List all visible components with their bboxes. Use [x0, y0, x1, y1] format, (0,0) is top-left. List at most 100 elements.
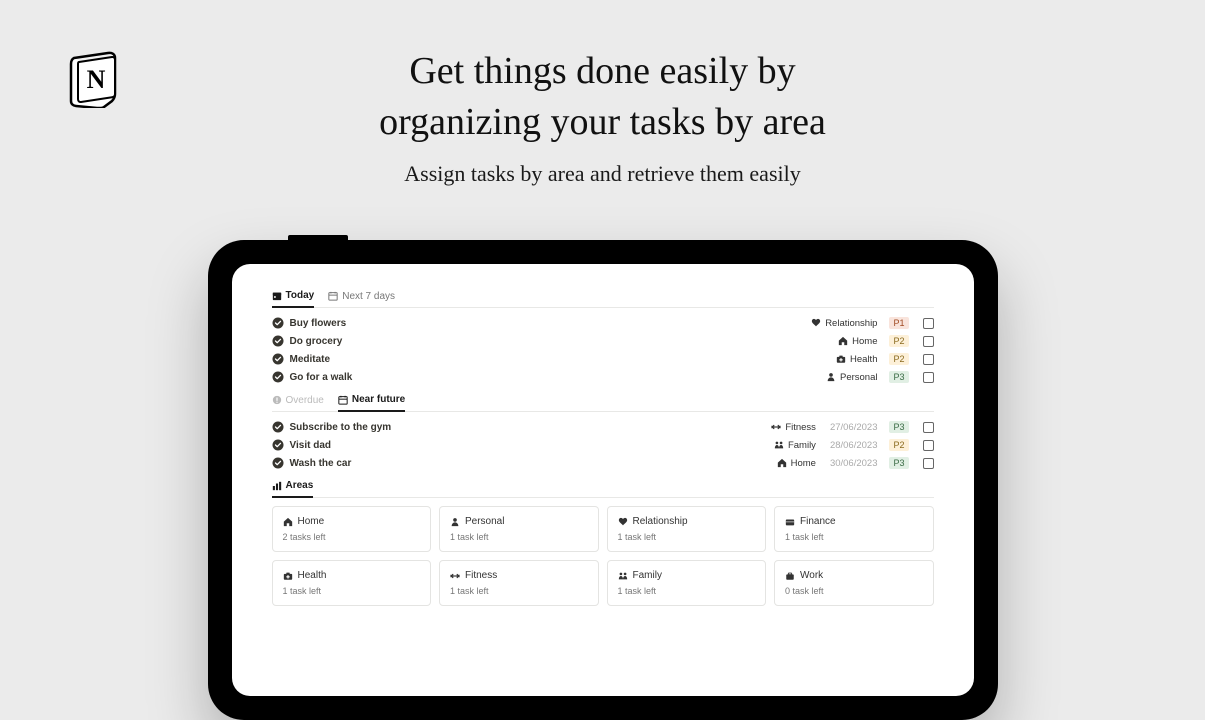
task-title: Meditate	[290, 354, 331, 365]
tab-overdue[interactable]: Overdue	[272, 394, 324, 411]
tab-areas[interactable]: Areas	[272, 480, 314, 498]
area-card-name: Relationship	[633, 516, 688, 527]
task-title: Do grocery	[290, 336, 343, 347]
heart-icon	[618, 517, 628, 527]
task-row[interactable]: Subscribe to the gym Fitness 27/06/2023 …	[272, 418, 934, 436]
area-card-count: 0 task left	[785, 586, 923, 596]
check-circle-icon	[272, 421, 284, 433]
task-priority: P2	[889, 335, 908, 347]
area-card-finance[interactable]: Finance 1 task left	[774, 506, 934, 552]
task-area: Home	[838, 336, 877, 347]
area-card-fitness[interactable]: Fitness 1 task left	[439, 560, 599, 606]
area-card-name: Fitness	[465, 570, 497, 581]
tab-near-future[interactable]: Near future	[338, 394, 405, 412]
area-card-name: Health	[298, 570, 327, 581]
dumbbell-icon	[450, 571, 460, 581]
task-priority: P3	[889, 371, 908, 383]
area-card-count: 1 task left	[785, 532, 923, 542]
app-screen: Today Next 7 days Buy flowers Relationsh…	[232, 264, 974, 696]
area-card-name: Home	[298, 516, 325, 527]
area-card-personal[interactable]: Personal 1 task left	[439, 506, 599, 552]
task-checkbox[interactable]	[923, 458, 934, 469]
task-area: Home	[777, 458, 816, 469]
area-card-count: 2 tasks left	[283, 532, 421, 542]
warning-icon	[272, 395, 282, 405]
person-icon	[826, 372, 836, 382]
work-icon	[785, 571, 795, 581]
task-title: Go for a walk	[290, 372, 353, 383]
area-card-name: Personal	[465, 516, 504, 527]
area-card-count: 1 task left	[450, 532, 588, 542]
calendar-icon	[338, 395, 348, 405]
view-tabs-1: Today Next 7 days	[272, 290, 934, 308]
task-priority: P2	[889, 439, 908, 451]
task-area: Personal	[826, 372, 878, 383]
medkit-icon	[836, 354, 846, 364]
check-circle-icon	[272, 457, 284, 469]
task-title: Subscribe to the gym	[290, 422, 392, 433]
task-checkbox[interactable]	[923, 318, 934, 329]
finance-icon	[785, 517, 795, 527]
area-card-count: 1 task left	[283, 586, 421, 596]
check-circle-icon	[272, 317, 284, 329]
home-icon	[777, 458, 787, 468]
task-row[interactable]: Visit dad Family 28/06/2023 P2	[272, 436, 934, 454]
view-tabs-2: Overdue Near future	[272, 394, 934, 412]
task-row[interactable]: Wash the car Home 30/06/2023 P3	[272, 454, 934, 472]
task-row[interactable]: Do grocery Home P2	[272, 332, 934, 350]
family-icon	[618, 571, 628, 581]
check-circle-icon	[272, 353, 284, 365]
task-priority: P3	[889, 457, 908, 469]
headline: Get things done easily by organizing you…	[0, 46, 1205, 149]
task-checkbox[interactable]	[923, 336, 934, 347]
area-card-home[interactable]: Home 2 tasks left	[272, 506, 432, 552]
task-area: Family	[774, 440, 816, 451]
subheadline: Assign tasks by area and retrieve them e…	[0, 161, 1205, 187]
task-priority: P3	[889, 421, 908, 433]
task-date: 27/06/2023	[830, 422, 878, 433]
area-card-work[interactable]: Work 0 task left	[774, 560, 934, 606]
home-icon	[838, 336, 848, 346]
calendar-solid-icon	[272, 291, 282, 301]
task-checkbox[interactable]	[923, 440, 934, 451]
area-card-name: Family	[633, 570, 662, 581]
area-card-relationship[interactable]: Relationship 1 task left	[607, 506, 767, 552]
task-title: Wash the car	[290, 458, 352, 469]
check-circle-icon	[272, 335, 284, 347]
task-row[interactable]: Go for a walk Personal P3	[272, 368, 934, 386]
task-checkbox[interactable]	[923, 422, 934, 433]
task-date: 28/06/2023	[830, 440, 878, 451]
task-checkbox[interactable]	[923, 354, 934, 365]
area-card-count: 1 task left	[450, 586, 588, 596]
check-circle-icon	[272, 439, 284, 451]
person-icon	[450, 517, 460, 527]
family-icon	[774, 440, 784, 450]
tablet-frame: Today Next 7 days Buy flowers Relationsh…	[208, 240, 998, 720]
area-card-health[interactable]: Health 1 task left	[272, 560, 432, 606]
task-date: 30/06/2023	[830, 458, 878, 469]
area-card-family[interactable]: Family 1 task left	[607, 560, 767, 606]
task-area: Health	[836, 354, 877, 365]
dumbbell-icon	[771, 422, 781, 432]
task-row[interactable]: Meditate Health P2	[272, 350, 934, 368]
tab-today[interactable]: Today	[272, 290, 315, 308]
view-tabs-3: Areas	[272, 480, 934, 498]
tab-next-7-days[interactable]: Next 7 days	[328, 290, 395, 307]
area-card-name: Finance	[800, 516, 836, 527]
area-card-count: 1 task left	[618, 532, 756, 542]
task-row[interactable]: Buy flowers Relationship P1	[272, 314, 934, 332]
task-title: Buy flowers	[290, 318, 347, 329]
chart-icon	[272, 481, 282, 491]
calendar-icon	[328, 291, 338, 301]
task-priority: P2	[889, 353, 908, 365]
check-circle-icon	[272, 371, 284, 383]
heart-icon	[811, 318, 821, 328]
task-priority: P1	[889, 317, 908, 329]
area-card-name: Work	[800, 570, 823, 581]
medkit-icon	[283, 571, 293, 581]
home-icon	[283, 517, 293, 527]
task-area: Relationship	[811, 318, 877, 329]
task-title: Visit dad	[290, 440, 332, 451]
area-card-count: 1 task left	[618, 586, 756, 596]
task-checkbox[interactable]	[923, 372, 934, 383]
